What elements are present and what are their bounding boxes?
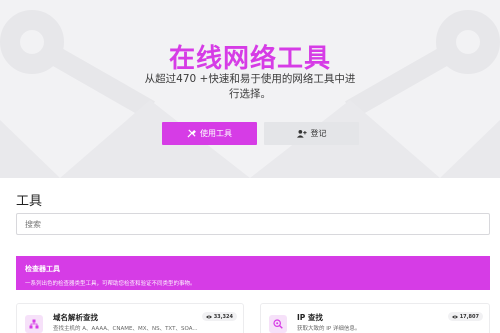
hero-section: 在线网络工具 从超过470 +快速和易于使用的网络工具中进行选择。 使用工具 登… <box>0 0 500 178</box>
network-icon <box>25 315 43 333</box>
views-count: 17,807 <box>459 313 479 320</box>
card-title: IP 查找 <box>297 313 323 322</box>
tools-icon <box>187 129 196 138</box>
register-button[interactable]: 登记 <box>264 122 359 145</box>
card-description: 获取大致的 IP 详细信息。 <box>297 326 361 332</box>
hero-title: 在线网络工具 <box>168 44 331 74</box>
category-description: 一系列出色的检查器类型工具，可帮助您检查和验证不同类型的事物。 <box>25 281 196 287</box>
card-title: 域名解析查找 <box>53 313 98 322</box>
tool-card-ip-lookup[interactable]: IP 查找 获取大致的 IP 详细信息。 17,807 <box>260 303 490 333</box>
card-description: 查找主机的 A、AAAA、CNAME、MX、NS、TXT、SOA... <box>53 326 198 332</box>
tools-section-title: 工具 <box>16 194 43 209</box>
register-label: 登记 <box>310 129 327 138</box>
search-location-icon <box>269 315 287 333</box>
search-input[interactable] <box>16 213 490 235</box>
category-banner[interactable]: 检查器工具 一系列出色的检查器类型工具，可帮助您检查和验证不同类型的事物。 <box>16 256 490 290</box>
eye-icon <box>205 315 212 318</box>
use-tools-button[interactable]: 使用工具 <box>162 122 257 145</box>
eye-icon <box>451 315 458 318</box>
views-count: 33,324 <box>213 313 233 320</box>
views-badge: 33,324 <box>201 312 237 321</box>
use-tools-label: 使用工具 <box>200 129 232 138</box>
hero-subtitle: 从超过470 +快速和易于使用的网络工具中进行选择。 <box>144 73 356 100</box>
user-plus-icon <box>296 130 307 138</box>
category-title: 检查器工具 <box>25 265 60 273</box>
tool-card-dns-lookup[interactable]: 域名解析查找 查找主机的 A、AAAA、CNAME、MX、NS、TXT、SOA.… <box>16 303 244 333</box>
views-badge: 17,807 <box>447 312 483 321</box>
